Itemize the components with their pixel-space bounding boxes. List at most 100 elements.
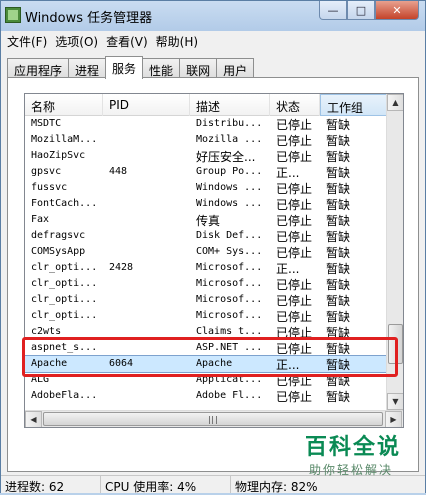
menu-bar: 文件(F) 选项(O) 查看(V) 帮助(H) [1, 31, 425, 51]
scroll-right-icon[interactable]: ▶ [385, 411, 402, 427]
horizontal-scrollbar[interactable]: ◀ ▶ [25, 410, 403, 427]
cell-state: 已停止 [276, 118, 313, 132]
table-row[interactable]: gpsvc 448 Group Po... 正... 暂缺 [25, 164, 387, 180]
status-process-count: 进程数: 62 [1, 476, 101, 494]
minimize-button[interactable]: — [319, 1, 347, 20]
cell-group: 暂缺 [326, 118, 351, 132]
column-header-pid[interactable]: PID [103, 94, 190, 116]
horizontal-scroll-thumb[interactable] [43, 412, 383, 426]
cell-name: AdobeFla... [31, 390, 98, 401]
task-manager-window: Windows 任务管理器 — □ ✕ 文件(F) 选项(O) 查看(V) 帮助… [0, 0, 426, 494]
services-panel: 名称 PID 描述 状态 工作组 MSDTC Distribu... 已停止 暂缺 Mo… [7, 77, 419, 472]
services-list[interactable]: 名称 PID 描述 状态 工作组 MSDTC Distribu... 已停止 暂缺 Mo… [24, 93, 404, 428]
cell-name: MSDTC [31, 118, 62, 129]
table-row[interactable]: clr_opti... Microsof... 已停止 暂缺 [25, 308, 387, 324]
tab-networking[interactable]: 联网 [179, 58, 218, 79]
menu-file[interactable]: 文件(F) [5, 31, 53, 51]
cell-name: clr_opti... [31, 278, 98, 289]
table-row[interactable]: HaoZipSvc 好压安全... 已停止 暂缺 [25, 148, 387, 164]
menu-help[interactable]: 帮助(H) [154, 31, 204, 51]
table-row[interactable]: fussvc Windows ... 已停止 暂缺 [25, 180, 387, 196]
menu-view[interactable]: 查看(V) [104, 31, 154, 51]
cell-desc: Disk Def... [196, 230, 263, 241]
cell-pid [103, 388, 190, 404]
tab-users[interactable]: 用户 [216, 58, 255, 79]
cell-desc: COM+ Sys... [196, 246, 263, 257]
table-row[interactable]: MozillaM... Mozilla ... 已停止 暂缺 [25, 132, 387, 148]
tab-services[interactable]: 服务 [105, 56, 144, 79]
cell-group: 暂缺 [326, 214, 351, 228]
watermark-logo: 百科全说 助你轻松解决 [295, 429, 425, 479]
cell-state: 已停止 [276, 134, 313, 148]
tab-applications[interactable]: 应用程序 [7, 58, 70, 79]
window-controls: — □ ✕ [319, 1, 419, 21]
column-header-status[interactable]: 状态 [270, 94, 320, 116]
window-title: Windows 任务管理器 [25, 11, 153, 26]
list-header: 名称 PID 描述 状态 工作组 [25, 94, 387, 116]
table-row[interactable]: clr_opti... Microsof... 已停止 暂缺 [25, 292, 387, 308]
cell-desc: Windows ... [196, 182, 263, 193]
scroll-up-icon[interactable]: ▲ [387, 94, 403, 111]
column-header-name[interactable]: 名称 [25, 94, 103, 116]
title-bar[interactable]: Windows 任务管理器 — □ ✕ [1, 1, 425, 31]
close-button[interactable]: ✕ [375, 1, 419, 20]
maximize-button[interactable]: □ [347, 1, 375, 20]
cell-name: HaoZipSvc [31, 150, 86, 161]
watermark-subtitle: 助你轻松解决 [309, 463, 394, 477]
table-row[interactable]: MSDTC Distribu... 已停止 暂缺 [25, 116, 387, 132]
cell-name: fussvc [31, 182, 68, 193]
scroll-left-icon[interactable]: ◀ [25, 411, 42, 427]
cell-desc: Microsof... [196, 262, 263, 273]
tab-strip: 应用程序 进程 服务 性能 联网 用户 [7, 56, 255, 79]
task-manager-icon [5, 7, 21, 23]
table-row[interactable]: COMSysApp COM+ Sys... 已停止 暂缺 [25, 244, 387, 260]
cell-desc: Mozilla ... [196, 134, 263, 145]
apache-highlight-annotation [22, 337, 398, 377]
cell-pid [103, 276, 190, 292]
tab-performance[interactable]: 性能 [142, 58, 181, 79]
status-cpu-usage: CPU 使用率: 4% [101, 476, 231, 494]
cell-state: 已停止 [276, 182, 313, 196]
table-row[interactable]: clr_opti... 2428 Microsof... 正... 暂缺 [25, 260, 387, 276]
cell-state: 已停止 [276, 230, 313, 244]
cell-desc: Group Po... [196, 166, 263, 177]
cell-pid: 2428 [109, 262, 134, 273]
cell-pid [103, 148, 190, 164]
cell-name: MozillaM... [31, 134, 98, 145]
cell-group: 暂缺 [326, 150, 351, 164]
scroll-down-icon[interactable]: ▼ [387, 393, 403, 410]
table-row[interactable]: AdobeFla... Adobe Fl... 已停止 暂缺 [25, 388, 387, 404]
cell-pid [103, 196, 190, 212]
cell-desc: Microsof... [196, 278, 263, 289]
cell-desc: Windows ... [196, 198, 263, 209]
column-header-group[interactable]: 工作组 [320, 94, 387, 116]
cell-group: 暂缺 [326, 294, 351, 308]
table-row[interactable]: clr_opti... Microsof... 已停止 暂缺 [25, 276, 387, 292]
cell-state: 已停止 [276, 310, 313, 324]
column-header-description[interactable]: 描述 [190, 94, 270, 116]
cell-group: 暂缺 [326, 198, 351, 212]
cell-state: 已停止 [276, 246, 313, 260]
cell-state: 已停止 [276, 294, 313, 308]
cell-name: clr_opti... [31, 310, 98, 321]
cell-state: 已停止 [276, 278, 313, 292]
cell-group: 暂缺 [326, 166, 351, 180]
table-row[interactable]: defragsvc Disk Def... 已停止 暂缺 [25, 228, 387, 244]
table-row[interactable]: Fax 传真 已停止 暂缺 [25, 212, 387, 228]
cell-pid [103, 116, 190, 132]
cell-state: 已停止 [276, 150, 313, 164]
cell-pid [103, 228, 190, 244]
cell-desc: 好压安全... [196, 150, 256, 164]
cell-name: defragsvc [31, 230, 86, 241]
cell-name: COMSysApp [31, 246, 86, 257]
cell-name: gpsvc [31, 166, 62, 177]
tab-processes[interactable]: 进程 [68, 58, 107, 79]
menu-options[interactable]: 选项(O) [53, 31, 104, 51]
cell-name: Fax [31, 214, 50, 225]
cell-desc: Microsof... [196, 310, 263, 321]
table-row[interactable]: FontCach... Windows ... 已停止 暂缺 [25, 196, 387, 212]
cell-group: 暂缺 [326, 182, 351, 196]
cell-desc: Microsof... [196, 294, 263, 305]
cell-state: 已停止 [276, 198, 313, 212]
watermark-title: 百科全说 [305, 435, 402, 460]
